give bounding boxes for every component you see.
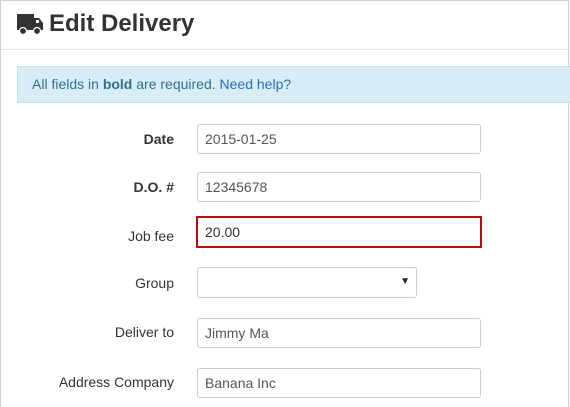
deliver-to-label: Deliver to <box>114 324 174 340</box>
job-fee-label: Job fee <box>128 228 174 244</box>
date-label: Date <box>143 131 174 147</box>
job-fee-input[interactable]: 20.00 <box>196 216 482 248</box>
date-input[interactable]: 2015-01-25 <box>197 124 481 154</box>
edit-delivery-dialog: Edit Delivery All fields in bold are req… <box>0 0 570 407</box>
deliver-to-input[interactable]: Jimmy Ma <box>197 318 481 348</box>
required-fields-alert: All fields in bold are required. Need he… <box>17 66 570 103</box>
page-title: Edit Delivery <box>49 10 195 37</box>
dialog-header: Edit Delivery <box>1 1 568 50</box>
truck-icon <box>17 14 43 35</box>
alert-bold-word: bold <box>102 76 133 92</box>
group-select[interactable]: ▼ <box>197 267 417 298</box>
need-help-link[interactable]: Need help? <box>220 76 292 92</box>
chevron-down-icon: ▼ <box>400 276 410 287</box>
group-label: Group <box>135 275 174 291</box>
address-company-label: Address Company <box>58 374 174 390</box>
alert-text-suffix: are required. <box>132 76 220 92</box>
do-number-label: D.O. # <box>133 179 174 195</box>
alert-text-prefix: All fields in <box>32 76 103 92</box>
do-number-input[interactable]: 12345678 <box>197 172 481 202</box>
address-company-input[interactable]: Banana Inc <box>197 368 481 398</box>
